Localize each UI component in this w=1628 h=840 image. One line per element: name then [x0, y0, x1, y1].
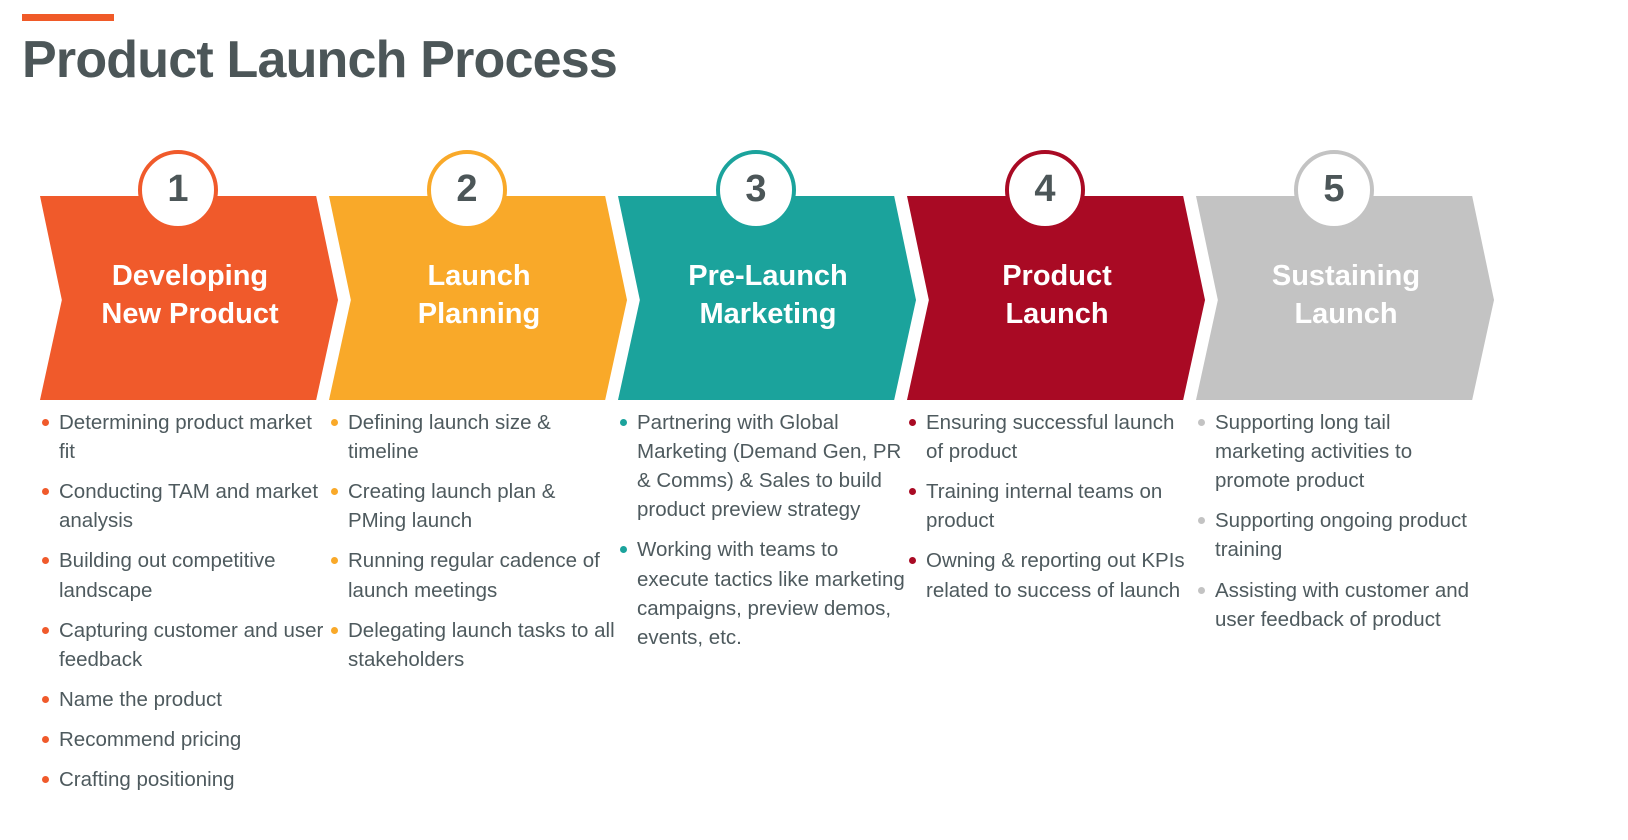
bullet-item: Determining product market fit — [42, 408, 328, 466]
step-number-label: 2 — [456, 168, 478, 210]
bullet-dot-icon — [331, 557, 338, 565]
bullet-dot-icon — [42, 695, 49, 703]
process-steps-row: Developing New Product 1 Launch Planning 2 P… — [0, 150, 1628, 410]
bullet-item: Running regular cadence of launch meetin… — [331, 546, 617, 604]
bullet-text: Owning & reporting out KPIs related to s… — [926, 549, 1185, 602]
step-details-row: Determining product market fit Conducting… — [0, 408, 1628, 840]
bullet-text: Partnering with Global Marketing (Demand… — [637, 411, 902, 522]
step-bullet-list-4: Ensuring successful launch of product Tra… — [909, 408, 1195, 616]
bullet-dot-icon — [331, 419, 338, 426]
bullet-dot-icon — [909, 557, 916, 565]
step-title: Developing New Product — [101, 260, 279, 330]
step-number-label: 4 — [1034, 168, 1056, 210]
bullet-item: Partnering with Global Marketing (Demand… — [620, 408, 906, 524]
bullet-text: Name the product — [59, 687, 222, 711]
page-header: Product Launch Process — [22, 0, 1582, 88]
bullet-item: Building out competitive landscape — [42, 546, 328, 604]
bullet-text: Defining launch size & timeline — [348, 411, 551, 464]
process-step-1[interactable]: Developing New Product 1 — [40, 150, 340, 410]
bullet-dot-icon — [909, 419, 916, 426]
bullet-dot-icon — [1198, 517, 1205, 525]
step-bullet-list-5: Supporting long tail marketing activitie… — [1198, 408, 1484, 645]
bullet-dot-icon — [42, 735, 49, 743]
bullet-dot-icon — [620, 419, 627, 426]
bullet-text: Supporting long tail marketing activitie… — [1215, 411, 1413, 493]
step-title: Launch Planning — [417, 260, 541, 330]
bullet-dot-icon — [331, 626, 338, 634]
bullet-item: Creating launch plan & PMing launch — [331, 477, 617, 535]
accent-bar — [22, 14, 114, 21]
bullet-item: Conducting TAM and market analysis — [42, 477, 328, 535]
step-bullet-list-1: Determining product market fit Conducting… — [42, 408, 328, 805]
bullet-dot-icon — [42, 776, 49, 784]
step-number-label: 3 — [745, 168, 767, 210]
bullet-text: Running regular cadence of launch meetin… — [348, 549, 600, 602]
bullet-text: Supporting ongoing product training — [1215, 509, 1467, 562]
step-number-badge[interactable]: 3 — [716, 150, 796, 230]
bullet-dot-icon — [1198, 419, 1205, 426]
bullet-item: Owning & reporting out KPIs related to s… — [909, 546, 1195, 604]
step-number-badge[interactable]: 5 — [1294, 150, 1374, 230]
bullet-text: Capturing customer and user feedback — [59, 618, 324, 671]
page-title: Product Launch Process — [22, 31, 618, 89]
bullet-item: Supporting long tail marketing activitie… — [1198, 408, 1484, 495]
bullet-item: Recommend pricing — [42, 725, 328, 754]
bullet-item: Training internal teams on product — [909, 477, 1195, 535]
bullet-text: Creating launch plan & PMing launch — [348, 480, 556, 533]
bullet-text: Delegating launch tasks to all stakehold… — [348, 618, 615, 671]
step-number-badge[interactable]: 2 — [427, 150, 507, 230]
bullet-dot-icon — [42, 419, 49, 426]
step-bullet-list-2: Defining launch size & timeline Creating … — [331, 408, 617, 685]
step-number-label: 1 — [167, 168, 189, 210]
bullet-item: Ensuring successful launch of product — [909, 408, 1195, 466]
step-number-label: 5 — [1323, 168, 1345, 210]
bullet-text: Conducting TAM and market analysis — [59, 480, 319, 533]
bullet-text: Recommend pricing — [59, 727, 242, 751]
bullet-text: Working with teams to execute tactics li… — [637, 538, 905, 649]
bullet-dot-icon — [42, 626, 49, 634]
process-step-4[interactable]: Product Launch 4 — [907, 150, 1207, 410]
bullet-dot-icon — [331, 488, 338, 496]
bullet-dot-icon — [42, 557, 49, 565]
bullet-item: Capturing customer and user feedback — [42, 616, 328, 674]
step-title: Sustaining Launch — [1271, 260, 1421, 330]
bullet-item: Name the product — [42, 685, 328, 714]
bullet-dot-icon — [1198, 586, 1205, 594]
step-title: Product Launch — [1002, 260, 1112, 330]
process-step-2[interactable]: Launch Planning 2 — [329, 150, 629, 410]
bullet-text: Crafting positioning — [59, 768, 235, 792]
step-number-badge[interactable]: 4 — [1005, 150, 1085, 230]
bullet-text: Building out competitive landscape — [59, 549, 276, 602]
step-bullet-list-3: Partnering with Global Marketing (Demand… — [620, 408, 906, 663]
bullet-dot-icon — [620, 546, 627, 554]
process-step-5[interactable]: Sustaining Launch 5 — [1196, 150, 1496, 410]
bullet-item: Defining launch size & timeline — [331, 408, 617, 466]
process-step-3[interactable]: Pre-Launch Marketing 3 — [618, 150, 918, 410]
bullet-text: Assisting with customer and user feedbac… — [1215, 578, 1470, 631]
bullet-dot-icon — [909, 488, 916, 496]
bullet-text: Ensuring successful launch of product — [926, 411, 1175, 464]
bullet-item: Working with teams to execute tactics li… — [620, 535, 906, 651]
bullet-text: Training internal teams on product — [926, 480, 1163, 533]
step-number-badge[interactable]: 1 — [138, 150, 218, 230]
bullet-dot-icon — [42, 488, 49, 496]
bullet-item: Supporting ongoing product training — [1198, 506, 1484, 564]
bullet-item: Crafting positioning — [42, 765, 328, 794]
bullet-item: Assisting with customer and user feedbac… — [1198, 576, 1484, 634]
step-title: Pre-Launch Marketing — [688, 260, 848, 330]
bullet-text: Determining product market fit — [59, 411, 312, 464]
bullet-item: Delegating launch tasks to all stakehold… — [331, 616, 617, 674]
